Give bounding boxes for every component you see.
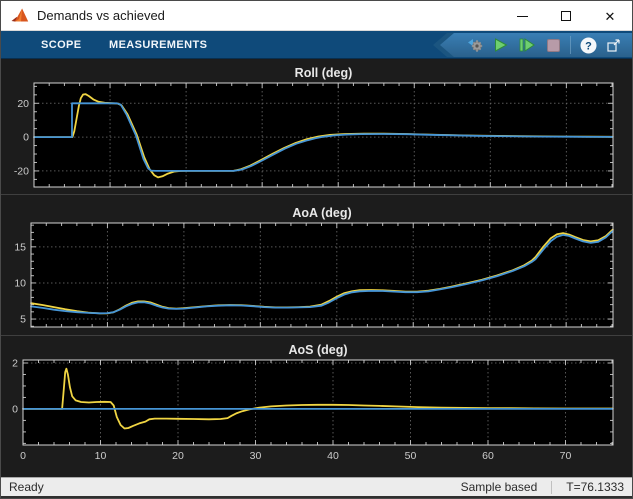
- display-aoa[interactable]: 5 10 15 AoA (deg): [1, 194, 633, 335]
- step-forward-icon: [519, 38, 535, 52]
- svg-text:30: 30: [250, 450, 262, 462]
- popout-button[interactable]: [601, 34, 627, 56]
- stop-button[interactable]: [540, 34, 566, 56]
- matlab-logo-icon: [10, 6, 30, 26]
- display-aos[interactable]: 02010203040506070AoS (deg): [1, 335, 633, 473]
- plot-title-roll: Roll (deg): [295, 66, 353, 80]
- tab-measurements[interactable]: MEASUREMENTS: [109, 31, 207, 59]
- minimize-button[interactable]: [500, 1, 544, 31]
- toolstrip: SCOPE MEASUREMENTS: [1, 31, 632, 59]
- close-button[interactable]: ✕: [588, 1, 632, 31]
- sim-time-label: T=76.1333: [566, 480, 624, 494]
- simulation-settings-button[interactable]: [462, 34, 488, 56]
- svg-text:40: 40: [327, 450, 339, 462]
- display-roll[interactable]: -20 0 20 Roll (deg): [1, 59, 633, 194]
- stop-icon: [547, 39, 560, 52]
- svg-text:?: ?: [585, 40, 592, 52]
- svg-text:0: 0: [23, 132, 29, 144]
- tab-scope[interactable]: SCOPE: [41, 31, 82, 59]
- svg-text:60: 60: [482, 450, 494, 462]
- svg-text:0: 0: [20, 450, 26, 462]
- svg-text:10: 10: [95, 450, 107, 462]
- maximize-button[interactable]: [544, 1, 588, 31]
- svg-text:-20: -20: [14, 165, 29, 177]
- run-toolbar: ?: [440, 33, 632, 57]
- title-bar: Demands vs achieved ✕: [1, 1, 632, 31]
- maximize-icon: [561, 11, 571, 21]
- svg-text:15: 15: [14, 241, 26, 253]
- scope-window: Demands vs achieved ✕ SCOPE MEASUREMENTS: [0, 0, 633, 499]
- sample-mode-label: Sample based: [461, 480, 538, 494]
- svg-text:70: 70: [560, 450, 572, 462]
- window-title: Demands vs achieved: [37, 8, 165, 23]
- help-button[interactable]: ?: [575, 34, 601, 56]
- plot-title-aos: AoS (deg): [288, 343, 347, 357]
- help-icon: ?: [580, 37, 597, 54]
- play-icon: [494, 38, 508, 52]
- svg-text:10: 10: [14, 277, 26, 289]
- window-bottom-border: [1, 496, 632, 498]
- status-bar: Ready Sample based T=76.1333: [1, 477, 632, 496]
- run-button[interactable]: [488, 34, 514, 56]
- svg-text:2: 2: [12, 357, 18, 369]
- popout-icon: [606, 37, 622, 53]
- plot-area: -20020Roll (deg) 51015AoA (deg) 02010203…: [1, 59, 633, 473]
- gear-arrow-icon: [465, 36, 485, 54]
- svg-text:20: 20: [17, 98, 29, 110]
- svg-text:0: 0: [12, 403, 18, 415]
- svg-text:20: 20: [172, 450, 184, 462]
- status-separator: [551, 481, 552, 494]
- minimize-icon: [517, 16, 528, 17]
- plot-title-aoa: AoA (deg): [292, 206, 351, 220]
- svg-text:5: 5: [20, 314, 26, 326]
- toolbar-separator: [570, 36, 571, 54]
- svg-text:50: 50: [405, 450, 417, 462]
- step-forward-button[interactable]: [514, 34, 540, 56]
- status-text: Ready: [1, 480, 461, 494]
- close-icon: ✕: [605, 10, 616, 23]
